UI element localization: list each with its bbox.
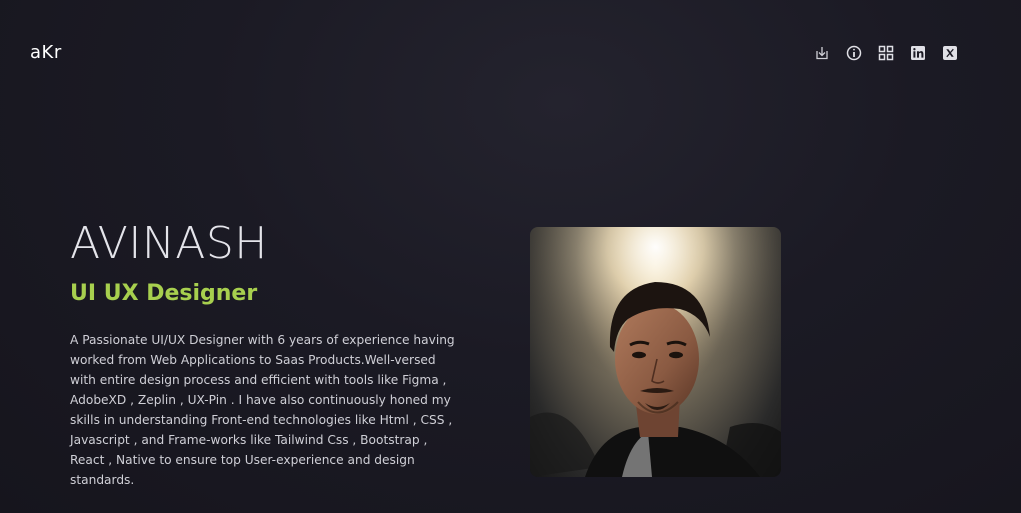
linkedin-icon[interactable] — [910, 45, 926, 61]
download-icon[interactable] — [814, 45, 830, 61]
info-icon[interactable] — [846, 45, 862, 61]
grid-icon[interactable] — [878, 45, 894, 61]
logo[interactable]: aKr — [30, 42, 62, 63]
portrait-image — [530, 227, 781, 477]
hero-bio: A Passionate UI/UX Designer with 6 years… — [70, 333, 455, 487]
hero-name: AVINASH — [70, 218, 268, 269]
header-icons — [814, 45, 958, 61]
hero-role: UI UX Designer — [70, 281, 258, 306]
x-icon[interactable] — [942, 45, 958, 61]
